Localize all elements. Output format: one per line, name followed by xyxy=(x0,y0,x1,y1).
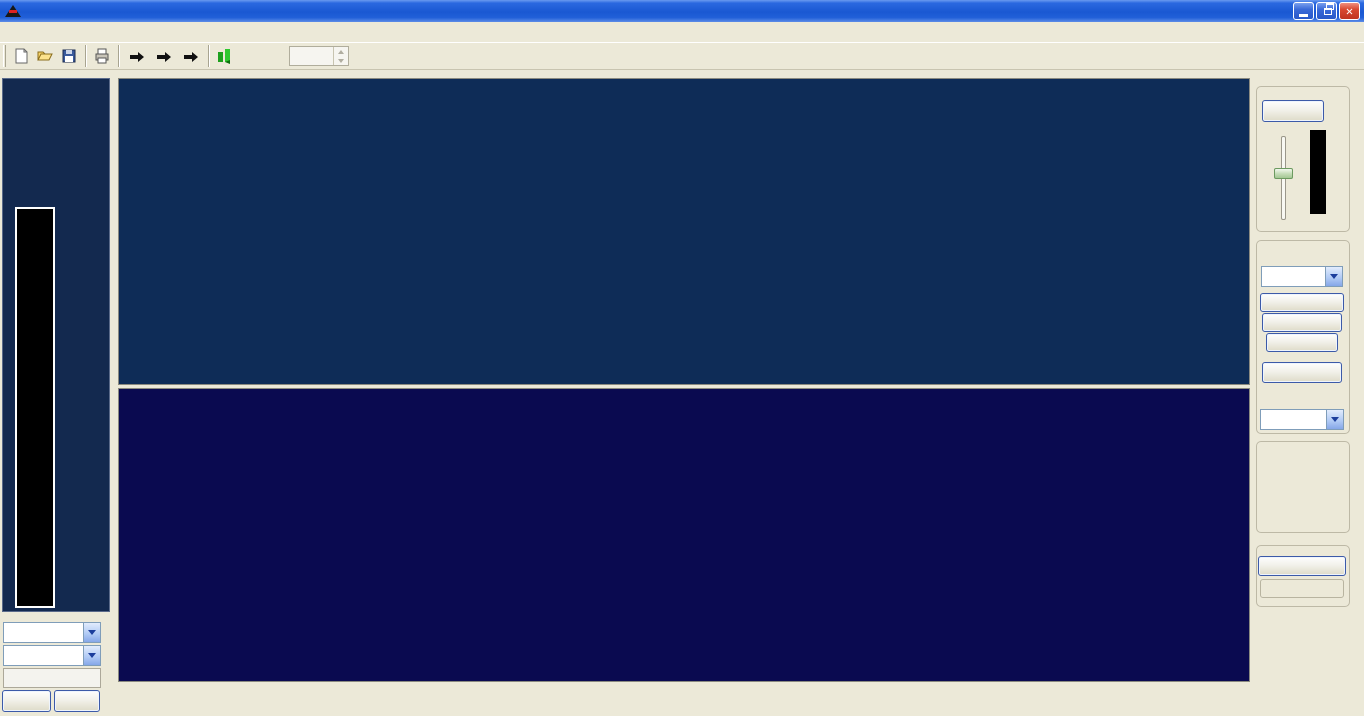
align-delay-button[interactable] xyxy=(1258,556,1346,576)
minimize-button[interactable] xyxy=(1293,2,1314,20)
chevron-down-icon xyxy=(1325,267,1342,286)
goto-rta-button[interactable] xyxy=(150,43,177,69)
toolbar-grip xyxy=(3,45,6,67)
waterfall-mode-select[interactable] xyxy=(1260,409,1344,430)
elapsed-time xyxy=(3,668,101,688)
level-spinner[interactable] xyxy=(289,46,349,66)
minimize-icon xyxy=(1299,14,1308,17)
restore-button[interactable] xyxy=(1316,2,1337,20)
title-bar: ✕ xyxy=(0,0,1364,22)
print-icon xyxy=(93,47,111,65)
app-window: ✕ xyxy=(0,0,1364,716)
spin-up-icon xyxy=(338,50,344,54)
raw-button[interactable] xyxy=(1266,333,1338,352)
spinner-arrows[interactable] xyxy=(333,47,348,65)
spl-response-chart xyxy=(118,78,1250,385)
pause-button[interactable] xyxy=(54,690,100,712)
menu-bar xyxy=(0,22,1364,42)
response-speed-select[interactable] xyxy=(3,622,101,643)
goto-both-button[interactable] xyxy=(177,43,204,69)
waterfall-3d-chart xyxy=(118,388,1250,682)
restore-icon xyxy=(1326,3,1334,10)
open-file-button[interactable] xyxy=(33,44,57,68)
chevron-down-icon xyxy=(83,646,100,665)
arrow-right-icon xyxy=(183,51,199,62)
ambient-button[interactable] xyxy=(1262,313,1342,332)
new-file-icon xyxy=(12,47,30,65)
reset-button[interactable] xyxy=(2,690,51,712)
output-slider-thumb[interactable] xyxy=(1274,168,1293,179)
close-icon: ✕ xyxy=(1346,4,1353,18)
goto-room-analyzer-button[interactable] xyxy=(123,43,150,69)
open-folder-icon xyxy=(36,47,54,65)
save-button[interactable] xyxy=(57,44,81,68)
level-meter-panel xyxy=(2,78,110,612)
weighting-select[interactable] xyxy=(3,645,101,666)
measure-button[interactable] xyxy=(1262,100,1324,122)
output-vu-meter xyxy=(1310,130,1326,214)
toolbar xyxy=(0,42,1364,70)
app-logo-icon xyxy=(5,4,21,18)
rt60-button[interactable] xyxy=(1262,362,1342,383)
scale-select[interactable] xyxy=(1261,266,1343,287)
new-file-button[interactable] xyxy=(9,44,33,68)
arrow-right-icon xyxy=(129,51,145,62)
auto-align-button[interactable] xyxy=(1260,579,1344,598)
print-button[interactable] xyxy=(90,44,114,68)
anechoic-button[interactable] xyxy=(1260,293,1344,312)
level-meter-icon[interactable] xyxy=(213,44,237,68)
arrow-right-icon xyxy=(156,51,172,62)
spl-meter-bar xyxy=(15,207,55,608)
close-button[interactable]: ✕ xyxy=(1339,2,1360,20)
chevron-down-icon xyxy=(83,623,100,642)
overlay-group xyxy=(1256,441,1350,533)
spin-down-icon xyxy=(338,59,344,63)
save-icon xyxy=(60,47,78,65)
chevron-down-icon xyxy=(1326,410,1343,429)
